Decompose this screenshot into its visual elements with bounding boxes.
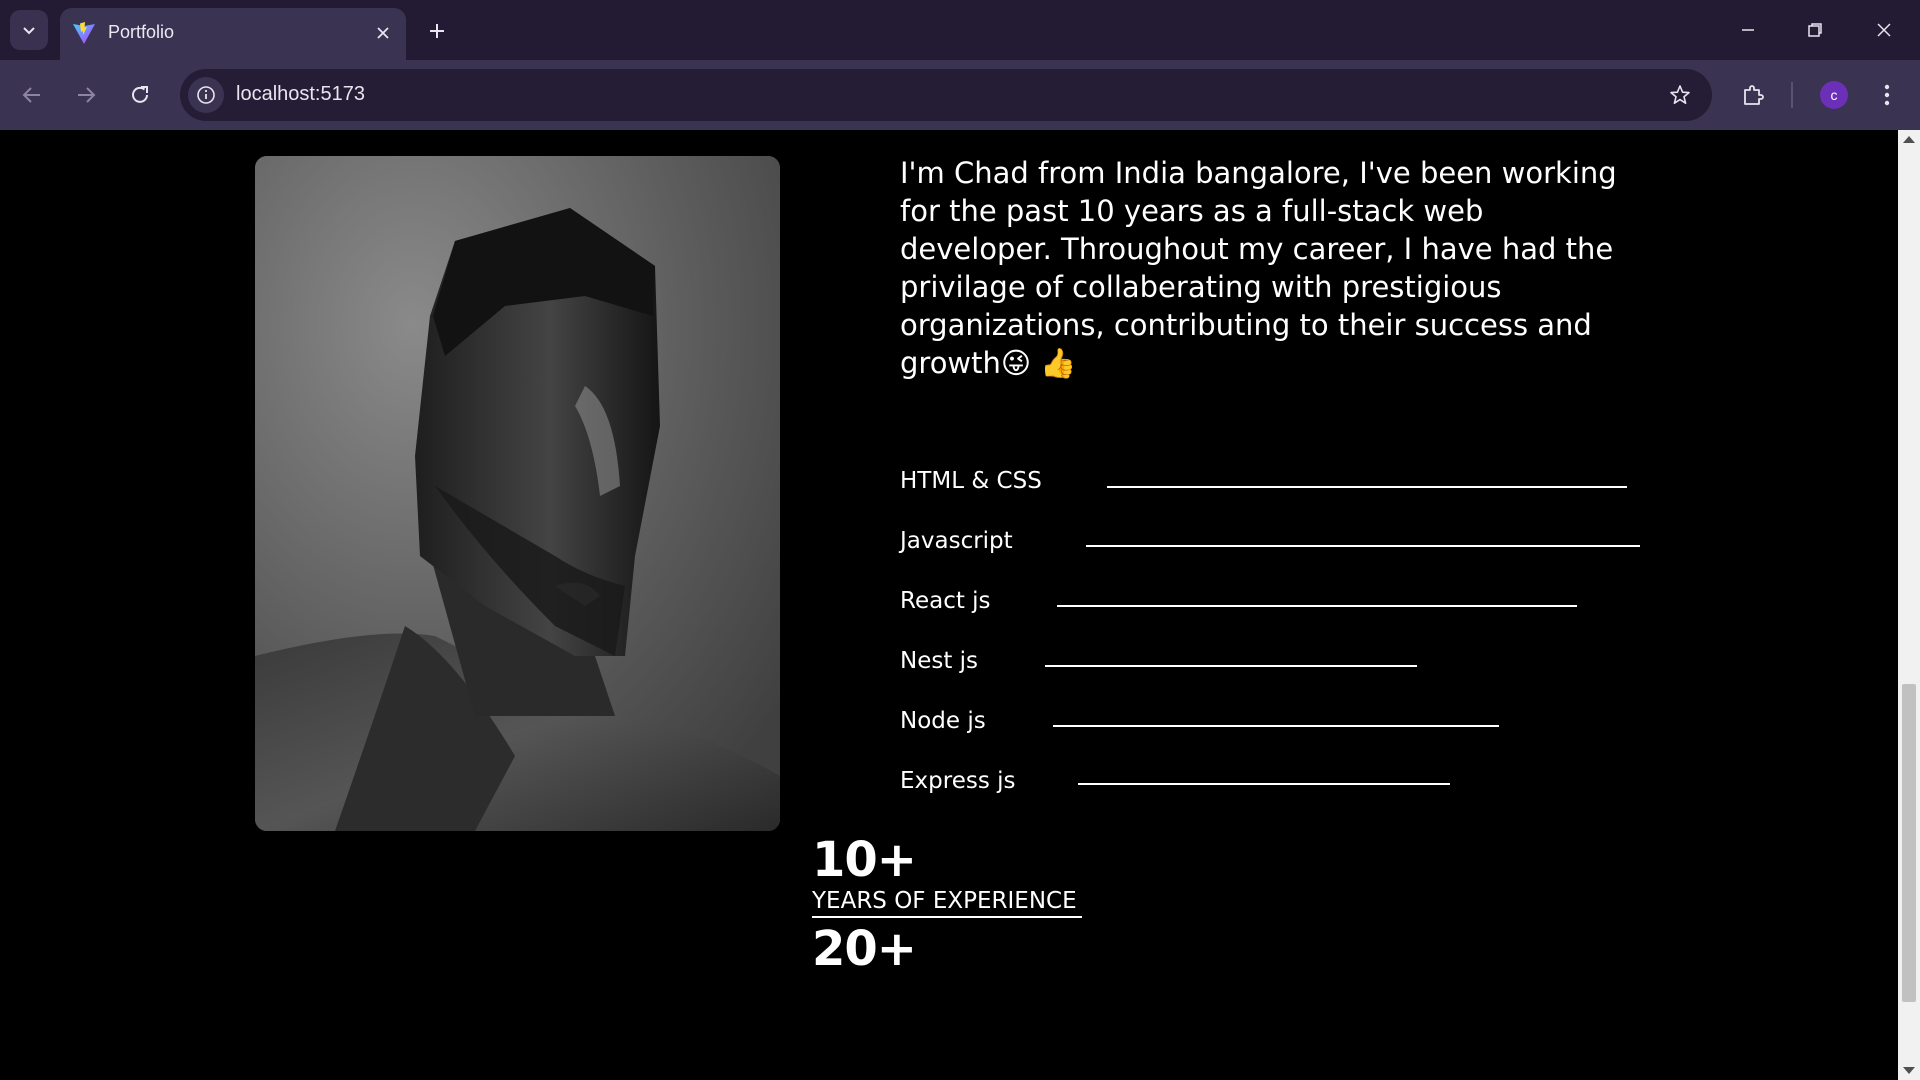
extensions-button[interactable] — [1734, 76, 1772, 114]
skill-row: Node js — [900, 708, 1660, 748]
skill-bar — [1045, 665, 1417, 667]
minimize-button[interactable] — [1723, 10, 1773, 50]
skill-name: Javascript — [900, 528, 1013, 554]
minimize-icon — [1742, 29, 1754, 31]
window-close-button[interactable] — [1859, 10, 1909, 50]
restore-icon — [1808, 23, 1822, 37]
restore-button[interactable] — [1790, 10, 1840, 50]
skill-bar — [1086, 545, 1640, 547]
back-icon — [22, 87, 40, 103]
menu-dots-icon — [1884, 84, 1890, 106]
stat-value: 10+ — [812, 832, 917, 888]
skill-name: HTML & CSS — [900, 468, 1042, 494]
tab-portfolio[interactable]: Portfolio — [60, 8, 406, 60]
skill-row: React js — [900, 588, 1660, 628]
skill-bar — [1078, 783, 1450, 785]
site-info-button[interactable] — [188, 77, 224, 113]
forward-icon — [78, 87, 96, 103]
portrait-image — [255, 156, 780, 831]
star-icon — [1670, 85, 1690, 104]
tab-list-button[interactable] — [10, 10, 48, 50]
vite-favicon-icon — [73, 22, 95, 44]
tab-list-icon — [23, 27, 35, 35]
plus-icon — [430, 24, 444, 38]
skill-name: Nest js — [900, 648, 979, 674]
skill-row: Javascript — [900, 528, 1660, 568]
extensions-icon — [1744, 85, 1764, 105]
skill-name: React js — [900, 588, 991, 614]
tab-close-button[interactable] — [370, 20, 396, 46]
back-button[interactable] — [13, 76, 51, 114]
toolbar-separator — [1791, 82, 1793, 108]
skill-row: Nest js — [900, 648, 1660, 688]
reload-button[interactable] — [121, 76, 159, 114]
page-scrollbar[interactable] — [1898, 130, 1920, 1080]
site-info-icon — [197, 86, 215, 104]
url-text[interactable]: localhost:5173 — [236, 83, 365, 106]
skill-bar — [1107, 486, 1627, 488]
window-close-icon — [1877, 23, 1891, 37]
profile-avatar[interactable]: c — [1820, 81, 1848, 109]
skill-row: HTML & CSS — [900, 468, 1660, 508]
page-viewport: I'm Chad from India bangalore, I've been… — [0, 130, 1898, 1080]
browser-toolbar: localhost:5173 c — [0, 60, 1920, 130]
close-icon — [377, 27, 389, 39]
skill-row: Express js — [900, 768, 1660, 808]
browser-menu-button[interactable] — [1868, 76, 1906, 114]
skill-bar — [1053, 725, 1499, 727]
reload-icon — [132, 86, 148, 103]
stat-label: YEARS OF EXPERIENCE — [812, 888, 1082, 918]
browser-window: Portfolio localhost:5173 c I'm Chad from… — [0, 0, 1920, 1080]
scroll-down-arrow-icon[interactable] — [1903, 1067, 1915, 1074]
bookmark-button[interactable] — [1662, 77, 1698, 113]
forward-button[interactable] — [67, 76, 105, 114]
tab-title: Portfolio — [108, 22, 175, 42]
scroll-up-arrow-icon[interactable] — [1903, 136, 1915, 143]
tab-strip: Portfolio — [0, 0, 1920, 60]
address-bar[interactable]: localhost:5173 — [180, 69, 1712, 121]
new-tab-button[interactable] — [420, 14, 454, 48]
skill-name: Node js — [900, 708, 986, 734]
skill-bar — [1057, 605, 1577, 607]
about-bio: I'm Chad from India bangalore, I've been… — [900, 156, 1617, 380]
stat-value: 20+ — [812, 921, 917, 977]
profile-photo — [255, 156, 780, 831]
skill-name: Express js — [900, 768, 1016, 794]
scrollbar-thumb[interactable] — [1902, 684, 1916, 1002]
